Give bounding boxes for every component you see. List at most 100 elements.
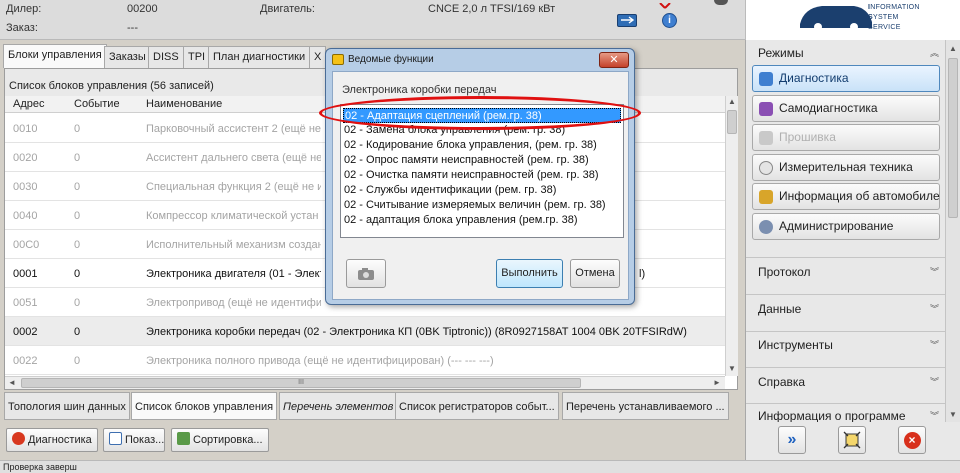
mode-administration[interactable]: Администрирование bbox=[752, 213, 940, 240]
tool-icon[interactable] bbox=[714, 0, 728, 5]
mode-vehicle-info[interactable]: Информация об автомобиле bbox=[752, 183, 940, 210]
row-address: 0010 bbox=[13, 123, 38, 135]
camera-icon bbox=[358, 268, 374, 280]
tab-more[interactable]: Х bbox=[309, 46, 327, 68]
section-help[interactable]: Справка ︾ bbox=[746, 370, 945, 394]
tab-bus-topology[interactable]: Топология шин данных bbox=[4, 392, 130, 420]
row-address: 0002 bbox=[13, 326, 38, 338]
scroll-thumb[interactable] bbox=[948, 58, 958, 218]
sort-icon bbox=[177, 432, 190, 445]
column-address[interactable]: Адрес bbox=[13, 98, 45, 110]
mode-self-diagnostics[interactable]: Самодиагностика bbox=[752, 95, 940, 122]
list-item[interactable]: 02 - Кодирование блока управления, (рем.… bbox=[343, 138, 621, 153]
sort-button[interactable]: Сортировка... bbox=[171, 428, 269, 452]
exit-button[interactable]: × bbox=[898, 426, 926, 454]
fit-screen-button[interactable] bbox=[838, 426, 866, 454]
tab-diss[interactable]: DISS bbox=[148, 46, 184, 68]
section-protocol[interactable]: Протокол ︾ bbox=[746, 260, 945, 284]
column-name[interactable]: Наименование bbox=[146, 98, 222, 110]
chevron-down-icon: ︾ bbox=[929, 304, 939, 314]
execute-button[interactable]: Выполнить bbox=[496, 259, 563, 288]
row-name-tail: l) bbox=[639, 268, 646, 280]
tab-event-recorders[interactable]: Список регистраторов событ... bbox=[395, 392, 559, 420]
row-address: 0022 bbox=[13, 355, 38, 367]
row-address: 0040 bbox=[13, 210, 38, 222]
scroll-thumb[interactable]: III bbox=[21, 378, 581, 388]
tab-element-list[interactable]: Перечень элементов bbox=[279, 392, 398, 420]
row-name: Электроника полного привода (ещё не иден… bbox=[146, 355, 494, 367]
flash-icon bbox=[759, 131, 773, 145]
screenshot-button[interactable] bbox=[346, 259, 386, 288]
guided-functions-dialog: Ведомые функции ✕ Электроника коробки пе… bbox=[325, 48, 635, 305]
modes-header[interactable]: Режимы ︽ bbox=[746, 41, 945, 65]
red-cross-icon[interactable] bbox=[659, 0, 673, 12]
tab-diagnostic-plan[interactable]: План диагностики bbox=[208, 46, 311, 68]
list-item[interactable]: 02 - Очистка памяти неисправностей (рем.… bbox=[343, 168, 621, 183]
tab-installed-list[interactable]: Перечень устанавливаемого ... bbox=[562, 392, 729, 420]
scroll-left-icon[interactable]: ◄ bbox=[8, 378, 16, 387]
tab-control-units[interactable]: Блоки управления bbox=[3, 44, 107, 68]
forward-button[interactable]: » bbox=[778, 426, 806, 454]
usb-device-icon[interactable] bbox=[617, 14, 637, 27]
chevron-down-icon: ︾ bbox=[929, 411, 939, 421]
list-item[interactable]: 02 - Службы идентификации (рем. гр. 38) bbox=[343, 183, 621, 198]
gear-icon bbox=[759, 220, 773, 234]
tab-tpi[interactable]: TPI bbox=[183, 46, 211, 68]
status-bar: Проверка заверш bbox=[0, 460, 960, 473]
row-name: Электроника коробки передач (02 - Электр… bbox=[146, 326, 687, 338]
row-address: 00C0 bbox=[13, 239, 40, 251]
divider bbox=[746, 331, 945, 332]
chevron-down-icon: ︾ bbox=[929, 267, 939, 277]
list-vertical-scrollbar[interactable]: ▲ ▼ bbox=[725, 96, 738, 376]
diagnostics-button[interactable]: Диагностика bbox=[6, 428, 98, 452]
row-name: Компрессор климатической устан bbox=[146, 210, 319, 222]
mode-diagnostics[interactable]: Диагностика bbox=[752, 65, 940, 92]
divider bbox=[746, 294, 945, 295]
scroll-thumb[interactable] bbox=[727, 110, 737, 134]
list-item[interactable]: 02 - Считывание измеряемых величин (рем.… bbox=[343, 198, 621, 213]
gauge-icon bbox=[759, 161, 773, 175]
section-data[interactable]: Данные ︾ bbox=[746, 297, 945, 321]
row-name: Электропривод (ещё не идентифи bbox=[146, 297, 321, 309]
scroll-down-icon[interactable]: ▼ bbox=[728, 364, 736, 373]
list-item[interactable]: 02 - Замена блока управления (рем. гр. 3… bbox=[343, 123, 621, 138]
scroll-right-icon[interactable]: ► bbox=[713, 378, 721, 387]
window-icon bbox=[109, 432, 122, 445]
close-icon: × bbox=[903, 432, 921, 449]
chevron-up-icon[interactable]: ︽ bbox=[930, 41, 939, 65]
chevron-down-icon: ︾ bbox=[929, 340, 939, 350]
divider bbox=[746, 403, 945, 404]
row-name: Электроника двигателя (01 - Элект bbox=[146, 268, 321, 280]
list-item[interactable]: 02 - Опрос памяти неисправностей (рем. г… bbox=[343, 153, 621, 168]
car-logo-icon bbox=[800, 6, 872, 30]
right-panel-scrollbar[interactable]: ▲ ▼ bbox=[945, 40, 960, 422]
table-row-selected[interactable]: 0002 0 Электроника коробки передач (02 -… bbox=[5, 317, 725, 346]
section-about[interactable]: Информация о программе ︾ bbox=[746, 406, 945, 422]
mode-flashing[interactable]: Прошивка bbox=[752, 124, 940, 151]
list-item[interactable]: 02 - адаптация блока управления (рем.гр.… bbox=[343, 213, 621, 228]
double-chevron-right-icon: » bbox=[787, 431, 797, 448]
mode-measurement[interactable]: Измерительная техника bbox=[752, 154, 940, 181]
scroll-up-icon[interactable]: ▲ bbox=[949, 44, 957, 53]
tab-orders[interactable]: Заказы bbox=[104, 46, 151, 68]
table-row[interactable]: 0022 0 Электроника полного привода (ещё … bbox=[5, 346, 725, 375]
row-event: 0 bbox=[74, 355, 81, 367]
function-list[interactable]: 02 - Адаптация сцеплений (рем.гр. 38) 02… bbox=[340, 104, 624, 238]
row-event: 0 bbox=[74, 152, 81, 164]
bottom-tabs: Топология шин данных Список блоков управ… bbox=[4, 392, 738, 420]
section-tools[interactable]: Инструменты ︾ bbox=[746, 333, 945, 357]
cancel-button[interactable]: Отмена bbox=[570, 259, 620, 288]
list-horizontal-scrollbar[interactable]: ◄ III ► bbox=[5, 376, 725, 389]
scroll-down-icon[interactable]: ▼ bbox=[949, 410, 957, 419]
list-item[interactable]: 02 - Адаптация сцеплений (рем.гр. 38) bbox=[343, 108, 621, 123]
info-icon[interactable]: i bbox=[662, 13, 677, 28]
scroll-up-icon[interactable]: ▲ bbox=[728, 97, 736, 106]
row-event: 0 bbox=[74, 268, 81, 280]
column-event[interactable]: Событие bbox=[74, 98, 120, 110]
dialog-close-button[interactable]: ✕ bbox=[599, 52, 629, 68]
row-event: 0 bbox=[74, 210, 81, 222]
row-event: 0 bbox=[74, 239, 81, 251]
self-diagnostics-icon bbox=[759, 102, 773, 116]
tab-control-unit-list[interactable]: Список блоков управления bbox=[131, 392, 278, 420]
show-button[interactable]: Показ... bbox=[103, 428, 165, 452]
